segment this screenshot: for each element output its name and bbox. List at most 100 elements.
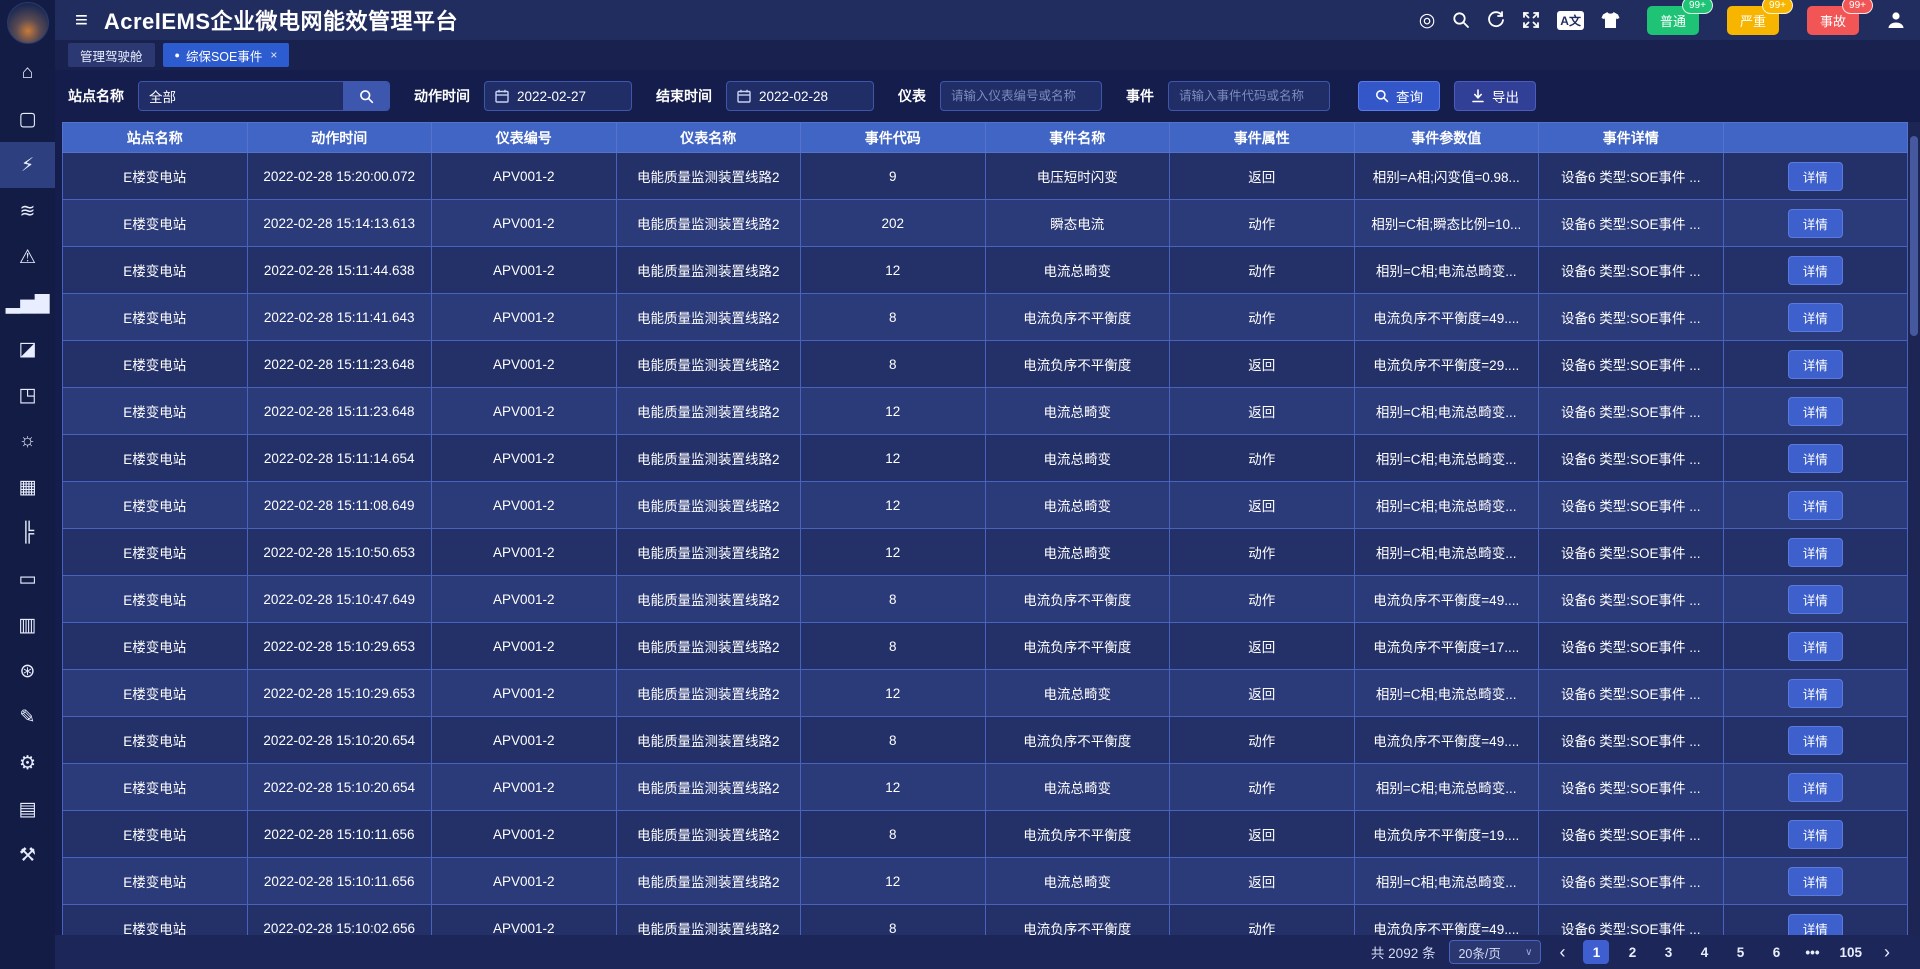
sidebar-item-screen-chart[interactable]: ◳ [0, 372, 55, 418]
start-date-input[interactable]: 2022-02-27 [484, 81, 632, 111]
cell-event-attr: 动作 [1170, 294, 1355, 341]
cell-event-param: 相别=C相;电流总畸变... [1354, 529, 1539, 576]
page-105[interactable]: 105 [1835, 940, 1866, 964]
sidebar-item-area-chart[interactable]: ◪ [0, 326, 55, 372]
page-ellipsis[interactable]: ••• [1799, 940, 1825, 964]
cell-event-attr: 动作 [1170, 764, 1355, 811]
tab-1[interactable]: ●综保SOE事件× [163, 43, 290, 67]
cell-event-code: 8 [801, 811, 986, 858]
cell-event-name: 电流总畸变 [985, 670, 1170, 717]
page-5[interactable]: 5 [1727, 940, 1753, 964]
sidebar-item-alarm-light[interactable]: ⊛ [0, 648, 55, 694]
cell-site: E楼变电站 [63, 247, 248, 294]
sidebar-item-panel[interactable]: ▭ [0, 556, 55, 602]
page-2[interactable]: 2 [1619, 940, 1645, 964]
column-header-5: 事件名称 [985, 123, 1170, 153]
cell-event-code: 8 [801, 905, 986, 936]
cell-action: 详情 [1723, 717, 1908, 764]
cell-action: 详情 [1723, 623, 1908, 670]
cell-event-detail: 设备6 类型:SOE事件 ... [1539, 153, 1724, 200]
next-page-button[interactable]: › [1880, 943, 1894, 961]
cell-action: 详情 [1723, 811, 1908, 858]
cell-time: 2022-02-28 15:11:08.649 [247, 482, 432, 529]
vertical-scrollbar[interactable] [1908, 122, 1920, 935]
tab-close-icon[interactable]: × [270, 48, 277, 62]
site-select[interactable]: 全部 [138, 81, 390, 111]
translate-icon[interactable]: A文 [1557, 11, 1584, 30]
table-row: E楼变电站2022-02-28 15:10:02.656APV001-2电能质量… [63, 905, 1908, 936]
sidebar-item-monitor[interactable]: ▢ [0, 96, 55, 142]
help-lifebuoy-icon[interactable]: ◎ [1419, 11, 1436, 30]
area-chart-icon: ◪ [19, 338, 37, 361]
sidebar-item-screen-gear[interactable]: ⚙ [0, 740, 55, 786]
detail-button[interactable]: 详情 [1788, 679, 1843, 708]
page-size-select[interactable]: 20条/页 ∨ [1449, 940, 1541, 964]
cell-meter-name: 电能质量监测装置线路2 [616, 811, 801, 858]
sidebar-item-power[interactable]: ⚡ [0, 142, 55, 188]
tab-0[interactable]: 管理驾驶舱 [68, 43, 155, 67]
scrollbar-thumb[interactable] [1910, 136, 1918, 336]
sidebar-item-wave-chart[interactable]: ≋ [0, 188, 55, 234]
detail-button[interactable]: 详情 [1788, 726, 1843, 755]
page-4[interactable]: 4 [1691, 940, 1717, 964]
detail-button[interactable]: 详情 [1788, 914, 1843, 936]
column-header-1: 动作时间 [247, 123, 432, 153]
page-1[interactable]: 1 [1583, 940, 1609, 964]
detail-button[interactable]: 详情 [1788, 162, 1843, 191]
export-button[interactable]: 导出 [1454, 81, 1536, 111]
query-button[interactable]: 查询 [1358, 81, 1440, 111]
cell-event-param: 电流负序不平衡度=17.... [1354, 623, 1539, 670]
event-input[interactable] [1168, 81, 1330, 111]
detail-button[interactable]: 详情 [1788, 820, 1843, 849]
end-date-input[interactable]: 2022-02-28 [726, 81, 874, 111]
detail-button[interactable]: 详情 [1788, 773, 1843, 802]
detail-button[interactable]: 详情 [1788, 585, 1843, 614]
table-row: E楼变电站2022-02-28 15:11:23.648APV001-2电能质量… [63, 388, 1908, 435]
detail-button[interactable]: 详情 [1788, 491, 1843, 520]
sidebar-item-bulb[interactable]: ☼ [0, 418, 55, 464]
avatar[interactable] [7, 2, 49, 44]
chevron-down-icon: ∨ [1525, 947, 1532, 958]
page-3[interactable]: 3 [1655, 940, 1681, 964]
detail-button[interactable]: 详情 [1788, 444, 1843, 473]
cell-meter-code: APV001-2 [432, 623, 617, 670]
cell-event-detail: 设备6 类型:SOE事件 ... [1539, 529, 1724, 576]
cell-event-code: 12 [801, 764, 986, 811]
theme-shirt-icon[interactable] [1601, 11, 1620, 29]
meter-input[interactable] [940, 81, 1102, 111]
detail-button[interactable]: 详情 [1788, 867, 1843, 896]
sidebar-item-grid[interactable]: ▦ [0, 464, 55, 510]
sidebar-item-tools[interactable]: ⚒ [0, 832, 55, 878]
sidebar-item-cabinet[interactable]: ▥ [0, 602, 55, 648]
cell-event-detail: 设备6 类型:SOE事件 ... [1539, 200, 1724, 247]
detail-button[interactable]: 详情 [1788, 256, 1843, 285]
detail-button[interactable]: 详情 [1788, 209, 1843, 238]
cell-site: E楼变电站 [63, 200, 248, 247]
fullscreen-icon[interactable] [1522, 11, 1540, 29]
search-icon[interactable] [1452, 11, 1470, 29]
detail-button[interactable]: 详情 [1788, 303, 1843, 332]
alarm-icon: ⚠ [19, 246, 36, 269]
sidebar-item-document[interactable]: ▤ [0, 786, 55, 832]
hamburger-icon[interactable]: ≡ [75, 9, 88, 31]
cell-event-attr: 返回 [1170, 388, 1355, 435]
cell-event-attr: 动作 [1170, 576, 1355, 623]
sidebar-item-home[interactable]: ⌂ [0, 50, 55, 96]
sidebar-item-bar-chart[interactable]: ▂▅▇ [0, 280, 55, 326]
cell-event-detail: 设备6 类型:SOE事件 ... [1539, 717, 1724, 764]
cell-event-param: 电流负序不平衡度=29.... [1354, 341, 1539, 388]
user-icon[interactable] [1886, 10, 1906, 30]
detail-button[interactable]: 详情 [1788, 538, 1843, 567]
sidebar-item-device[interactable]: ╠ [0, 510, 55, 556]
sidebar-item-alarm[interactable]: ⚠ [0, 234, 55, 280]
page-6[interactable]: 6 [1763, 940, 1789, 964]
sidebar-item-edit[interactable]: ✎ [0, 694, 55, 740]
detail-button[interactable]: 详情 [1788, 350, 1843, 379]
detail-button[interactable]: 详情 [1788, 397, 1843, 426]
refresh-icon[interactable] [1487, 11, 1505, 29]
cell-event-code: 12 [801, 435, 986, 482]
alert-severe-badge: 99+ [1762, 0, 1793, 14]
site-search-button[interactable] [343, 82, 389, 110]
prev-page-button[interactable]: ‹ [1555, 943, 1569, 961]
detail-button[interactable]: 详情 [1788, 632, 1843, 661]
